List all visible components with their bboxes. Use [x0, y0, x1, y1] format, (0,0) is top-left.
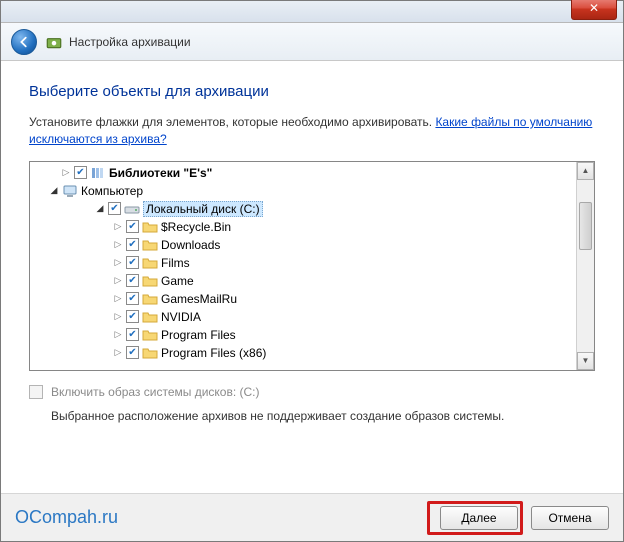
node-label: Game [161, 274, 194, 288]
titlebar: ✕ [1, 1, 623, 23]
scroll-up-button[interactable]: ▲ [577, 162, 594, 180]
checkbox[interactable]: ✔ [126, 292, 139, 305]
tree-node-folder[interactable]: ▷ ✔ $Recycle.Bin [30, 218, 576, 236]
page-title: Выберите объекты для архивации [29, 83, 595, 100]
checkbox-disabled [29, 385, 43, 399]
folder-icon [142, 345, 158, 361]
scrollbar[interactable]: ▲ ▼ [576, 162, 594, 370]
folder-icon [142, 327, 158, 343]
expander-icon[interactable]: ◢ [94, 203, 106, 215]
watermark: OCompah.ru [15, 507, 118, 528]
warning-text: Выбранное расположение архивов не поддер… [29, 409, 595, 423]
instruction-label: Установите флажки для элементов, которые… [29, 115, 435, 129]
folder-icon [142, 309, 158, 325]
expander-icon[interactable]: ◢ [48, 185, 60, 197]
tree-node-folder[interactable]: ▷ ✔ Program Files [30, 326, 576, 344]
header-bar: Настройка архивации [1, 23, 623, 61]
libraries-icon [90, 165, 106, 181]
wizard-window: ✕ Настройка архивации Выберите объекты д… [0, 0, 624, 542]
expander-icon[interactable]: ▷ [112, 221, 124, 233]
tree-node-computer[interactable]: ◢ Компьютер [30, 182, 576, 200]
expander-icon[interactable]: ▷ [112, 239, 124, 251]
tree-node-folder[interactable]: ▷ ✔ GamesMailRu [30, 290, 576, 308]
checkbox[interactable]: ✔ [126, 310, 139, 323]
node-label: Downloads [161, 238, 220, 252]
tree-node-folder[interactable]: ▷ ✔ Program Files (x86) [30, 344, 576, 362]
tree-container: ▷ ✔ Библиотеки "E's" ◢ Компьютер ◢ [29, 161, 595, 371]
folder-icon [142, 291, 158, 307]
instruction-text: Установите флажки для элементов, которые… [29, 114, 595, 149]
node-label: $Recycle.Bin [161, 220, 231, 234]
node-label: Библиотеки "E's" [109, 166, 212, 180]
folder-icon [142, 255, 158, 271]
node-label: Films [161, 256, 190, 270]
tree-node-folder[interactable]: ▷ ✔ Films [30, 254, 576, 272]
scroll-down-button[interactable]: ▼ [577, 352, 594, 370]
checkbox[interactable]: ✔ [126, 220, 139, 233]
folder-icon [142, 219, 158, 235]
backup-config-icon [45, 33, 63, 51]
close-button[interactable]: ✕ [571, 0, 617, 20]
arrow-left-icon [17, 35, 31, 49]
node-label: Program Files [161, 328, 236, 342]
option-label: Включить образ системы дисков: (C:) [51, 385, 260, 399]
folder-icon [142, 273, 158, 289]
tree-node-folder[interactable]: ▷ ✔ Game [30, 272, 576, 290]
checkbox[interactable]: ✔ [126, 274, 139, 287]
checkbox[interactable]: ✔ [74, 166, 87, 179]
expander-icon[interactable]: ▷ [112, 311, 124, 323]
scroll-thumb[interactable] [579, 202, 592, 250]
node-label: NVIDIA [161, 310, 201, 324]
expander-icon[interactable]: ▷ [112, 257, 124, 269]
system-image-option: Включить образ системы дисков: (C:) [29, 385, 595, 399]
header-title: Настройка архивации [69, 35, 191, 49]
drive-icon [124, 201, 140, 217]
node-label: Компьютер [81, 184, 143, 198]
checkbox[interactable]: ✔ [126, 346, 139, 359]
highlight-box: Далее [427, 501, 523, 535]
tree-node-libraries[interactable]: ▷ ✔ Библиотеки "E's" [30, 164, 576, 182]
footer-bar: OCompah.ru Далее Отмена [1, 493, 623, 541]
folder-icon [142, 237, 158, 253]
node-label: Локальный диск (C:) [143, 201, 263, 217]
checkbox[interactable]: ✔ [126, 238, 139, 251]
tree-node-folder[interactable]: ▷ ✔ Downloads [30, 236, 576, 254]
checkbox[interactable]: ✔ [108, 202, 121, 215]
expander-icon[interactable]: ▷ [112, 347, 124, 359]
computer-icon [62, 183, 78, 199]
checkbox[interactable]: ✔ [126, 256, 139, 269]
cancel-button[interactable]: Отмена [531, 506, 609, 530]
node-label: Program Files (x86) [161, 346, 266, 360]
node-label: GamesMailRu [161, 292, 237, 306]
tree-node-folder[interactable]: ▷ ✔ NVIDIA [30, 308, 576, 326]
expander-icon[interactable]: ▷ [60, 167, 72, 179]
expander-icon[interactable]: ▷ [112, 293, 124, 305]
back-button[interactable] [11, 29, 37, 55]
checkbox[interactable]: ✔ [126, 328, 139, 341]
tree-node-drive[interactable]: ◢ ✔ Локальный диск (C:) [30, 200, 576, 218]
content-area: Выберите объекты для архивации Установит… [1, 61, 623, 423]
tree-view[interactable]: ▷ ✔ Библиотеки "E's" ◢ Компьютер ◢ [30, 162, 576, 370]
next-button[interactable]: Далее [440, 506, 518, 530]
expander-icon[interactable]: ▷ [112, 275, 124, 287]
expander-icon[interactable]: ▷ [112, 329, 124, 341]
close-icon: ✕ [589, 1, 599, 15]
